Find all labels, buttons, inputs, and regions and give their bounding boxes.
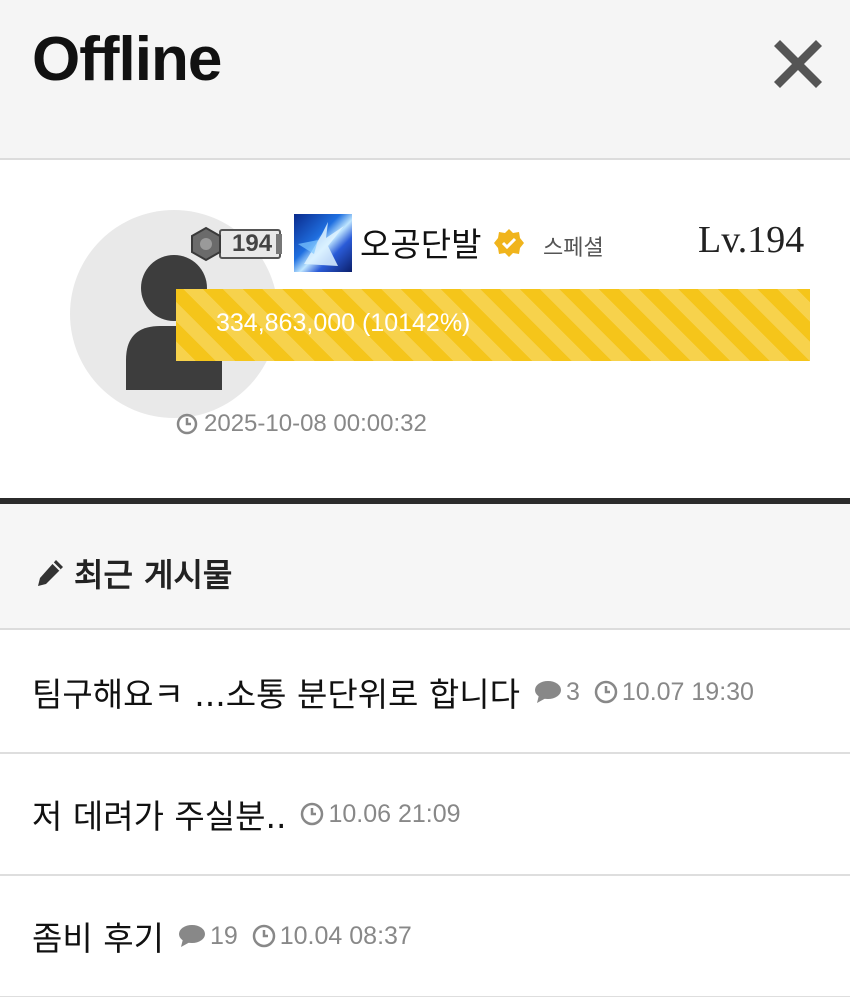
list-item[interactable]: 좀비 후기 19 10.04 08:37 [0,876,850,997]
profile-card: 194 오공단발 스페셜 Lv.194 334,863,000 (10142%)… [0,162,850,498]
comment-count-value: 3 [565,677,580,706]
last-seen: 2025-10-08 00:00:32 [176,410,427,438]
xp-text: 334,863,000 (10142%) [216,309,471,337]
rank-number: 194 [232,230,273,257]
post-time-value: 10.04 08:37 [279,921,412,950]
post-title[interactable]: 팀구해요ㅋ ...소통 분단위로 합니다 [32,668,520,716]
comment-count-value: 19 [209,921,238,950]
list-item[interactable]: 팀구해요ㅋ ...소통 분단위로 합니다 3 10.07 19:30 [0,632,850,754]
post-time-value: 10.07 19:30 [621,677,754,706]
close-icon[interactable] [770,36,826,92]
post-time: 10.07 19:30 [594,678,754,707]
post-time: 10.04 08:37 [252,922,412,951]
modal-header: Offline [0,0,850,160]
post-title[interactable]: 좀비 후기 [32,912,164,960]
tier-label: 스페셜 [543,236,604,261]
list-item[interactable]: 저 데려가 주실분.. 10.06 21:09 [0,754,850,876]
clock-icon [252,924,275,948]
clock-icon [176,413,198,435]
level-label: Lv.194 [698,219,805,261]
recent-posts-heading: 최근 게시물 [74,556,233,594]
last-seen-time: 2025-10-08 00:00:32 [204,410,427,437]
status-title: Offline [32,25,222,94]
post-time: 10.06 21:09 [300,799,461,829]
clock-icon [594,680,618,704]
clock-icon [301,802,324,826]
post-title[interactable]: 저 데려가 주실분.. [32,790,286,838]
comment-count: 19 [178,922,238,951]
game-character-icon [294,214,352,272]
recent-posts-title: 최근 게시물 [34,550,232,596]
verified-badge-icon [494,229,524,257]
nickname: 오공단발 [360,225,482,264]
post-list: 팀구해요ㅋ ...소통 분단위로 합니다 3 10.07 19:30 저 데려가… [0,632,850,997]
comment-count: 3 [534,678,580,707]
post-time-value: 10.06 21:09 [328,799,461,828]
comment-icon [178,925,205,947]
recent-posts-header: 최근 게시물 [0,504,850,630]
pencil-icon [38,560,63,586]
xp-progress-bar: 334,863,000 (10142%) [176,289,810,361]
comment-icon [534,681,561,703]
